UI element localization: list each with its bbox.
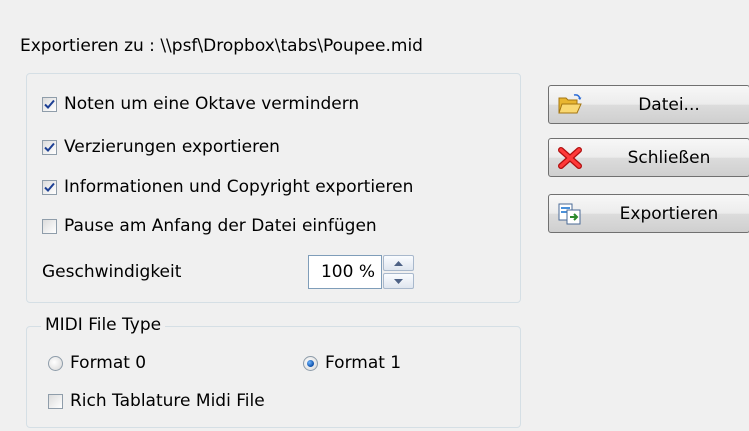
speed-spinner xyxy=(383,255,414,289)
option-lower-octave[interactable]: Noten um eine Oktave vermindern xyxy=(42,94,359,114)
midi-group-legend: MIDI File Type xyxy=(41,315,166,335)
option-label: Informationen und Copyright exportieren xyxy=(64,177,414,197)
option-label: Verzierungen exportieren xyxy=(64,137,280,157)
export-button-label: Exportieren xyxy=(619,203,719,224)
folder-open-icon xyxy=(557,93,583,117)
red-x-icon xyxy=(557,146,583,170)
radio-button[interactable] xyxy=(48,355,63,371)
radio-button[interactable] xyxy=(303,355,318,371)
option-rich-tablature[interactable]: Rich Tablature Midi File xyxy=(48,391,265,411)
option-export-info-copyright[interactable]: Informationen und Copyright exportieren xyxy=(42,177,413,197)
checkmark-icon xyxy=(44,142,55,152)
radio-format-1[interactable]: Format 1 xyxy=(303,353,401,373)
radio-label: Format 1 xyxy=(325,353,402,373)
export-button[interactable]: Exportieren xyxy=(548,194,749,233)
option-label: Noten um eine Oktave vermindern xyxy=(64,94,360,114)
checkbox[interactable] xyxy=(48,393,63,409)
checkmark-icon xyxy=(44,182,55,192)
checkbox[interactable] xyxy=(42,139,57,155)
export-path-label: Exportieren zu : \\psf\Dropbox\tabs\Poup… xyxy=(20,36,423,56)
checkbox[interactable] xyxy=(42,218,57,234)
file-button-label: Datei... xyxy=(638,94,700,115)
export-document-icon xyxy=(557,202,583,226)
option-insert-pause[interactable]: Pause am Anfang der Datei einfügen xyxy=(42,216,377,236)
radio-selected-dot xyxy=(307,359,314,367)
midi-file-type-group: MIDI File Type xyxy=(26,315,521,428)
checkbox[interactable] xyxy=(42,96,57,112)
checkmark-icon xyxy=(44,99,55,109)
radio-format-0[interactable]: Format 0 xyxy=(48,353,146,373)
speed-input[interactable]: 100 % xyxy=(308,255,382,289)
spin-down-button[interactable] xyxy=(383,273,414,289)
file-button[interactable]: Datei... xyxy=(548,85,749,124)
option-export-ornaments[interactable]: Verzierungen exportieren xyxy=(42,137,280,157)
arrow-down-icon xyxy=(394,278,403,284)
option-label: Pause am Anfang der Datei einfügen xyxy=(64,216,377,236)
spin-up-button[interactable] xyxy=(383,255,414,271)
radio-label: Format 0 xyxy=(70,353,147,373)
option-label: Rich Tablature Midi File xyxy=(70,391,265,411)
arrow-up-icon xyxy=(394,260,403,266)
close-button[interactable]: Schließen xyxy=(548,138,749,177)
checkbox[interactable] xyxy=(42,179,57,195)
speed-label: Geschwindigkeit xyxy=(42,262,182,282)
close-button-label: Schließen xyxy=(627,147,711,168)
